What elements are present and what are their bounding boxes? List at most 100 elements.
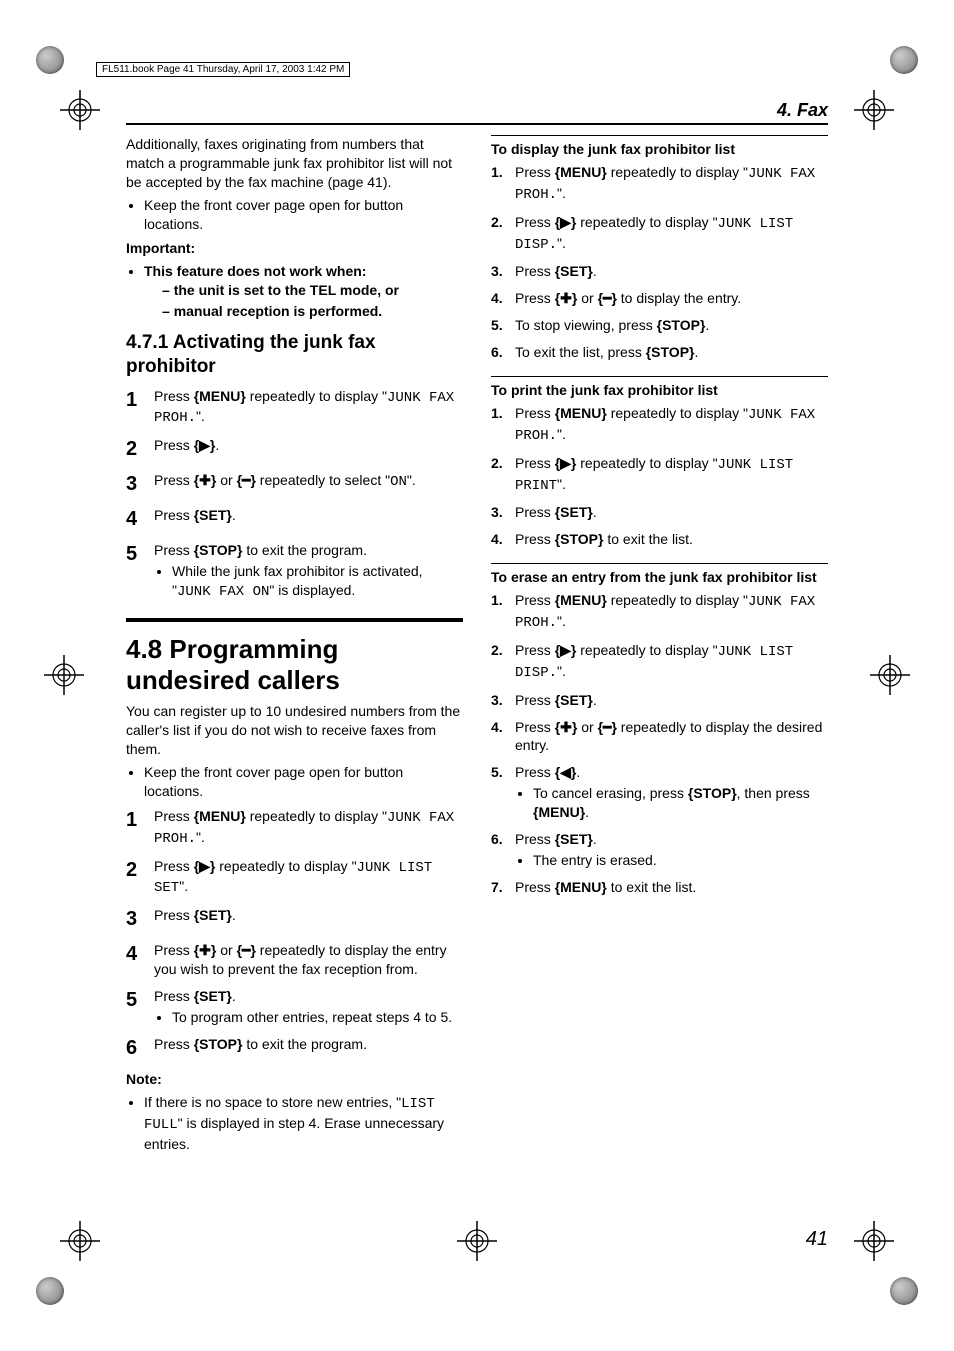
right-arrow-button: ▶ <box>194 858 216 874</box>
set-button: SET <box>555 692 593 708</box>
steps-print: 1.Press MENU repeatedly to display "JUNK… <box>491 404 828 549</box>
plus-button: ✚ <box>194 472 217 488</box>
step: 5Press SET. To program other entries, re… <box>126 987 463 1027</box>
step: 1.Press MENU repeatedly to display "JUNK… <box>491 163 828 205</box>
body-text: You can register up to 10 undesired numb… <box>126 702 463 759</box>
subhead-display-list: To display the junk fax prohibitor list <box>491 140 828 159</box>
step: 5.Press ◀. To cancel erasing, press STOP… <box>491 763 828 822</box>
left-column: Additionally, faxes originating from num… <box>126 135 463 1159</box>
note-list: If there is no space to store new entrie… <box>126 1093 463 1154</box>
corner-ornament <box>36 46 64 74</box>
list-item: This feature does not work when: the uni… <box>144 262 463 321</box>
step: 2.Press ▶ repeatedly to display "JUNK LI… <box>491 213 828 255</box>
bullet-list: Keep the front cover page open for butto… <box>126 763 463 801</box>
right-arrow-button: ▶ <box>194 437 216 453</box>
section-divider <box>126 618 463 622</box>
list-item: To program other entries, repeat steps 4… <box>172 1008 463 1027</box>
menu-button: MENU <box>533 804 585 820</box>
page-number: 41 <box>126 1208 828 1251</box>
set-button: SET <box>555 263 593 279</box>
important-list: This feature does not work when: the uni… <box>126 262 463 321</box>
list-item: If there is no space to store new entrie… <box>144 1093 463 1154</box>
step: 3.Press SET. <box>491 503 828 522</box>
step: 4Press ✚ or ━ repeatedly to display the … <box>126 941 463 979</box>
step: 7.Press MENU to exit the list. <box>491 878 828 897</box>
step: 3Press ✚ or ━ repeatedly to select "ON". <box>126 471 463 498</box>
corner-ornament <box>36 1277 64 1305</box>
menu-button: MENU <box>555 879 607 895</box>
sub-list: the unit is set to the TEL mode, or manu… <box>144 281 463 321</box>
corner-ornament <box>890 46 918 74</box>
stop-button: STOP <box>688 785 737 801</box>
step: 3.Press SET. <box>491 691 828 710</box>
crop-mark-icon <box>60 1221 100 1261</box>
crop-mark-icon <box>854 90 894 130</box>
step: 2.Press ▶ repeatedly to display "JUNK LI… <box>491 641 828 683</box>
columns: Additionally, faxes originating from num… <box>126 135 828 1159</box>
step: 1.Press MENU repeatedly to display "JUNK… <box>491 591 828 633</box>
set-button: SET <box>194 507 232 523</box>
intro-text: Additionally, faxes originating from num… <box>126 135 463 192</box>
steps-48: 1Press MENU repeatedly to display "JUNK … <box>126 807 463 1062</box>
set-button: SET <box>194 988 232 1004</box>
crop-mark-icon <box>854 1221 894 1261</box>
print-header: FL511.book Page 41 Thursday, April 17, 2… <box>96 62 350 77</box>
minus-button: ━ <box>237 472 256 488</box>
stop-button: STOP <box>657 317 706 333</box>
set-button: SET <box>555 504 593 520</box>
list-item: manual reception is performed. <box>162 302 463 321</box>
step: 2Press ▶. <box>126 436 463 463</box>
stop-button: STOP <box>646 344 695 360</box>
menu-button: MENU <box>555 592 607 608</box>
step: 4Press SET. <box>126 506 463 533</box>
set-button: SET <box>194 907 232 923</box>
steps-display: 1.Press MENU repeatedly to display "JUNK… <box>491 163 828 362</box>
menu-button: MENU <box>555 405 607 421</box>
step: 2.Press ▶ repeatedly to display "JUNK LI… <box>491 454 828 496</box>
set-button: SET <box>555 831 593 847</box>
divider <box>491 563 828 564</box>
left-arrow-button: ◀ <box>555 764 577 780</box>
step: 3Press SET. <box>126 906 463 933</box>
step: 6.To exit the list, press STOP. <box>491 343 828 362</box>
list-item: The entry is erased. <box>533 851 828 870</box>
subhead-erase: To erase an entry from the junk fax proh… <box>491 568 828 587</box>
list-item: To cancel erasing, press STOP, then pres… <box>533 784 828 822</box>
step: 6.Press SET. The entry is erased. <box>491 830 828 870</box>
step: 1.Press MENU repeatedly to display "JUNK… <box>491 404 828 446</box>
note-label: Note: <box>126 1070 463 1089</box>
crop-mark-icon <box>44 655 84 695</box>
minus-button: ━ <box>598 290 617 306</box>
steps-471: 1Press MENU repeatedly to display "JUNK … <box>126 387 463 602</box>
plus-button: ✚ <box>555 719 578 735</box>
right-arrow-button: ▶ <box>555 214 577 230</box>
divider <box>491 376 828 377</box>
minus-button: ━ <box>598 719 617 735</box>
step: 5.To stop viewing, press STOP. <box>491 316 828 335</box>
heading-471: 4.7.1 Activating the junk fax prohibitor <box>126 331 463 379</box>
page: FL511.book Page 41 Thursday, April 17, 2… <box>0 0 954 1351</box>
list-item: While the junk fax prohibitor is activat… <box>172 562 463 602</box>
list-item: Keep the front cover page open for butto… <box>144 196 463 234</box>
steps-erase: 1.Press MENU repeatedly to display "JUNK… <box>491 591 828 897</box>
crop-mark-icon <box>60 90 100 130</box>
list-item: Keep the front cover page open for butto… <box>144 763 463 801</box>
step: 1Press MENU repeatedly to display "JUNK … <box>126 807 463 849</box>
content-area: 4. Fax Additionally, faxes originating f… <box>126 100 828 1251</box>
step: 5Press STOP to exit the program. While t… <box>126 541 463 602</box>
stop-button: STOP <box>194 1036 243 1052</box>
minus-button: ━ <box>237 942 256 958</box>
heading-48: 4.8 Programming undesired callers <box>126 634 463 696</box>
important-label: Important: <box>126 239 463 258</box>
plus-button: ✚ <box>555 290 578 306</box>
list-item: the unit is set to the TEL mode, or <box>162 281 463 300</box>
step: 4.Press ✚ or ━ repeatedly to display the… <box>491 718 828 756</box>
right-arrow-button: ▶ <box>555 455 577 471</box>
step: 2Press ▶ repeatedly to display "JUNK LIS… <box>126 857 463 899</box>
step: 4.Press STOP to exit the list. <box>491 530 828 549</box>
intro-bullet-list: Keep the front cover page open for butto… <box>126 196 463 234</box>
stop-button: STOP <box>555 531 604 547</box>
right-column: To display the junk fax prohibitor list … <box>491 135 828 1159</box>
menu-button: MENU <box>194 808 246 824</box>
subhead-print-list: To print the junk fax prohibitor list <box>491 381 828 400</box>
